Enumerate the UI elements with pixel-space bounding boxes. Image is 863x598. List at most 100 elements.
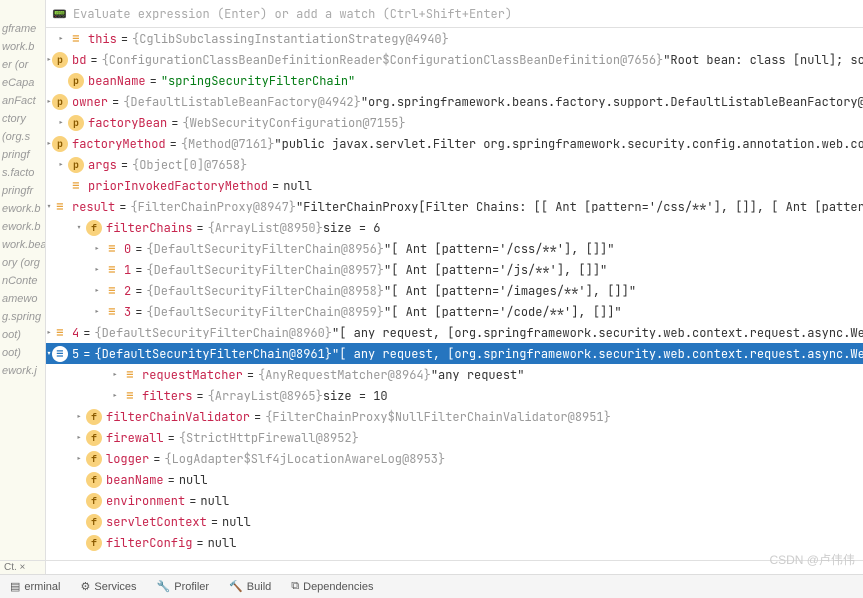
variable-name: filters xyxy=(142,388,192,404)
stack-frame-fragment: anFact xyxy=(0,92,45,110)
variable-type: {DefaultSecurityFilterChain@8959} xyxy=(146,304,384,320)
bottom-tab-profiler[interactable]: 🔧Profiler xyxy=(147,580,220,593)
chevron-right-icon[interactable]: ▸ xyxy=(72,452,86,465)
tree-node[interactable]: ▸≡0={DefaultSecurityFilterChain@8956} "[… xyxy=(46,238,863,259)
tree-node[interactable]: ▸≡this={CglibSubclassingInstantiationStr… xyxy=(46,28,863,49)
tree-node[interactable]: ▾≡5={DefaultSecurityFilterChain@8961} "[… xyxy=(46,343,863,364)
stack-frames-gutter: gframework.ber (oreCapaanFactctory(org.s… xyxy=(0,0,46,598)
field-badge-icon: f xyxy=(86,220,102,236)
chevron-right-icon[interactable]: ▸ xyxy=(108,389,122,402)
chevron-right-icon[interactable]: ▸ xyxy=(108,368,122,381)
chevron-right-icon[interactable]: ▸ xyxy=(90,242,104,255)
tab-label[interactable]: Ct. × xyxy=(4,562,25,573)
object-badge-icon: ≡ xyxy=(104,262,120,278)
stack-frame-fragment: eCapa xyxy=(0,74,45,92)
variable-value: "[ any request, [org.springframework.sec… xyxy=(332,325,863,341)
tree-node[interactable]: ▸pfactoryMethod={Method@7161} "public ja… xyxy=(46,133,863,154)
stack-frame-fragment: er (or xyxy=(0,56,45,74)
bottom-tab-erminal[interactable]: ▤erminal xyxy=(0,580,70,593)
variable-value: "[ any request, [org.springframework.sec… xyxy=(332,346,863,362)
stack-frame-fragment: g.spring xyxy=(0,308,45,326)
variable-value: "[ Ant [pattern='/images/**'], []]" xyxy=(384,283,636,299)
bottom-tab-services[interactable]: ⚙Services xyxy=(70,580,146,593)
tree-node[interactable]: ▸≡1={DefaultSecurityFilterChain@8957} "[… xyxy=(46,259,863,280)
stack-frame-fragment: ory (org xyxy=(0,254,45,272)
tree-node[interactable]: ▸≡4={DefaultSecurityFilterChain@8960} "[… xyxy=(46,322,863,343)
variable-name: 3 xyxy=(124,304,131,320)
stack-frame-fragment: pringfr xyxy=(0,182,45,200)
variable-type: {DefaultSecurityFilterChain@8958} xyxy=(146,283,384,299)
chevron-right-icon[interactable]: ▸ xyxy=(90,263,104,276)
parameter-badge-icon: p xyxy=(68,157,84,173)
variable-name: owner xyxy=(72,94,108,110)
variable-type: {AnyRequestMatcher@8964} xyxy=(258,367,431,383)
chevron-down-icon[interactable]: ▾ xyxy=(72,221,86,234)
field-badge-icon: f xyxy=(86,409,102,425)
bottom-tab-build[interactable]: 🔨Build xyxy=(219,580,281,593)
object-badge-icon: ≡ xyxy=(122,367,138,383)
calculator-icon: 📟 xyxy=(52,6,67,22)
variable-name: logger xyxy=(106,451,149,467)
variable-name: 5 xyxy=(72,346,79,362)
tree-node[interactable]: fbeanName= null xyxy=(46,469,863,490)
variable-name: result xyxy=(72,199,115,215)
variable-name: servletContext xyxy=(106,514,207,530)
variable-name: requestMatcher xyxy=(142,367,243,383)
tree-node[interactable]: fenvironment= null xyxy=(46,490,863,511)
field-badge-icon: f xyxy=(86,535,102,551)
variable-name: environment xyxy=(106,493,185,509)
variable-value: "public javax.servlet.Filter org.springf… xyxy=(274,136,863,152)
variable-type: {ArrayList@8965} xyxy=(208,388,323,404)
parameter-badge-icon: p xyxy=(52,94,68,110)
chevron-right-icon[interactable]: ▸ xyxy=(72,410,86,423)
tree-node[interactable]: ▸≡filters={ArrayList@8965} size = 10 xyxy=(46,385,863,406)
tree-node[interactable]: ≡priorInvokedFactoryMethod= null xyxy=(46,175,863,196)
tree-node[interactable]: ▸flogger={LogAdapter$Slf4jLocationAwareL… xyxy=(46,448,863,469)
variables-tree[interactable]: ▸≡this={CglibSubclassingInstantiationStr… xyxy=(46,28,863,560)
stack-frame-fragment: oot) xyxy=(0,344,45,362)
tree-node[interactable]: ▸powner={DefaultListableBeanFactory@4942… xyxy=(46,91,863,112)
expression-eval-bar[interactable]: 📟 Evaluate expression (Enter) or add a w… xyxy=(46,0,863,28)
tree-node[interactable]: pbeanName= "springSecurityFilterChain" xyxy=(46,70,863,91)
tree-node[interactable]: fservletContext= null xyxy=(46,511,863,532)
variable-type: {ArrayList@8950} xyxy=(208,220,323,236)
chevron-right-icon[interactable]: ▸ xyxy=(90,284,104,297)
field-badge-icon: f xyxy=(86,493,102,509)
stack-frame-fragment: s.facto xyxy=(0,164,45,182)
chevron-right-icon[interactable]: ▸ xyxy=(54,116,68,129)
variable-value: "FilterChainProxy[Filter Chains: [[ Ant … xyxy=(296,199,863,215)
tree-node[interactable]: ▾ffilterChains={ArrayList@8950} size = 6 xyxy=(46,217,863,238)
tree-node[interactable]: ffilterConfig= null xyxy=(46,532,863,553)
stack-frame-fragment: ework.b xyxy=(0,200,45,218)
stack-frame-fragment: (org.s xyxy=(0,128,45,146)
tree-node[interactable]: ▸pargs={Object[0]@7658} xyxy=(46,154,863,175)
tree-node[interactable]: ▸ffirewall={StrictHttpFirewall@8952} xyxy=(46,427,863,448)
stack-frame-fragment: gframe xyxy=(0,20,45,38)
chevron-right-icon[interactable]: ▸ xyxy=(54,158,68,171)
variable-type: {CglibSubclassingInstantiationStrategy@4… xyxy=(132,31,449,47)
tree-node[interactable]: ▸ffilterChainValidator={FilterChainProxy… xyxy=(46,406,863,427)
tree-node[interactable]: ▾≡result={FilterChainProxy@8947} "Filter… xyxy=(46,196,863,217)
variable-value: "[ Ant [pattern='/css/**'], []]" xyxy=(384,241,614,257)
tree-node[interactable]: ▸≡requestMatcher={AnyRequestMatcher@8964… xyxy=(46,364,863,385)
field-badge-icon: f xyxy=(86,451,102,467)
field-badge-icon: f xyxy=(86,430,102,446)
bottom-toolbar: ▤erminal⚙Services🔧Profiler🔨Build⧉Depende… xyxy=(0,574,863,598)
stack-frame-fragment: work.b xyxy=(0,38,45,56)
tree-node[interactable]: ▸pbd={ConfigurationClassBeanDefinitionRe… xyxy=(46,49,863,70)
eval-placeholder: Evaluate expression (Enter) or add a wat… xyxy=(73,6,512,22)
services-icon: ⚙ xyxy=(80,580,90,593)
tree-node[interactable]: ▸pfactoryBean={WebSecurityConfiguration@… xyxy=(46,112,863,133)
bottom-tab-dependencies[interactable]: ⧉Dependencies xyxy=(281,580,383,593)
object-badge-icon: ≡ xyxy=(68,178,84,194)
variable-name: filterConfig xyxy=(106,535,192,551)
chevron-right-icon[interactable]: ▸ xyxy=(90,305,104,318)
chevron-right-icon[interactable]: ▸ xyxy=(72,431,86,444)
tree-node[interactable]: ▸≡2={DefaultSecurityFilterChain@8958} "[… xyxy=(46,280,863,301)
profiler-icon: 🔧 xyxy=(157,580,171,593)
stack-frame-fragment: ctory xyxy=(0,110,45,128)
chevron-right-icon[interactable]: ▸ xyxy=(54,32,68,45)
variable-name: factoryMethod xyxy=(72,136,166,152)
variable-type: {Object[0]@7658} xyxy=(132,157,247,173)
tree-node[interactable]: ▸≡3={DefaultSecurityFilterChain@8959} "[… xyxy=(46,301,863,322)
